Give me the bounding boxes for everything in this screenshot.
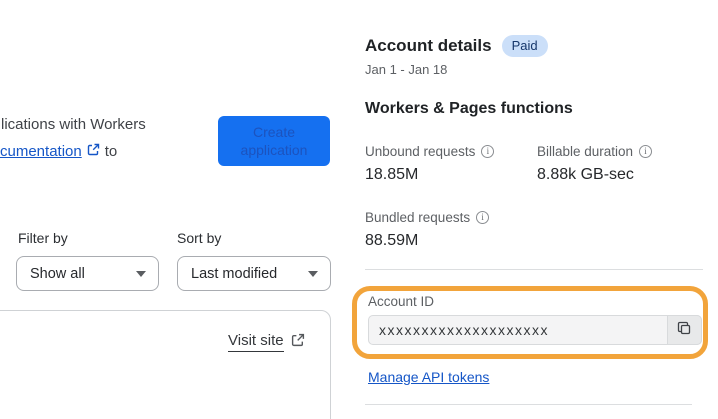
- stat-value-unbound-requests: 18.85M: [365, 166, 419, 183]
- intro-text-line1: lications with Workers: [1, 116, 146, 133]
- functions-section-title: Workers & Pages functions: [365, 100, 573, 117]
- copy-account-id-button[interactable]: [667, 315, 702, 345]
- chevron-down-icon: [136, 270, 146, 277]
- account-id-label: Account ID: [368, 294, 435, 309]
- stat-label-unbound-requests: Unbound requests i: [365, 144, 495, 159]
- date-range: Jan 1 - Jan 18: [365, 62, 448, 77]
- sort-dropdown-value: Last modified: [191, 265, 278, 282]
- visit-site-link[interactable]: Visit site: [228, 332, 305, 352]
- sort-dropdown[interactable]: Last modified: [177, 256, 331, 291]
- stat-label-text: Unbound requests: [365, 144, 476, 159]
- create-application-button[interactable]: Create application: [218, 116, 330, 166]
- stat-label-text: Billable duration: [537, 144, 634, 159]
- divider: [365, 269, 703, 270]
- info-icon[interactable]: i: [481, 145, 495, 158]
- stat-label-bundled-requests: Bundled requests i: [365, 210, 490, 225]
- account-id-field-group: [368, 315, 702, 345]
- filter-by-label: Filter by: [18, 230, 68, 246]
- visit-site-label: Visit site: [228, 332, 284, 352]
- stat-label-text: Bundled requests: [365, 210, 471, 225]
- account-id-input[interactable]: [368, 315, 702, 345]
- external-link-icon: [87, 143, 100, 160]
- stat-value-bundled-requests: 88.59M: [365, 232, 419, 249]
- workers-pages-dashboard: lications with Workers cumentation to Cr…: [0, 0, 718, 419]
- intro-text-line2: cumentation to: [0, 143, 117, 160]
- stat-label-billable-duration: Billable duration i: [537, 144, 653, 159]
- intro-text-suffix: to: [104, 143, 118, 160]
- filter-dropdown[interactable]: Show all: [16, 256, 159, 291]
- filter-dropdown-value: Show all: [30, 265, 85, 282]
- info-icon[interactable]: i: [476, 211, 490, 224]
- stat-value-billable-duration: 8.88k GB-sec: [537, 166, 634, 183]
- sort-by-label: Sort by: [177, 230, 222, 246]
- manage-api-tokens-link[interactable]: Manage API tokens: [368, 369, 489, 385]
- info-icon[interactable]: i: [639, 145, 653, 158]
- documentation-link[interactable]: cumentation: [0, 143, 82, 160]
- external-link-icon: [291, 333, 305, 352]
- copy-icon: [677, 321, 692, 339]
- project-card: [0, 310, 331, 419]
- paid-badge: Paid: [501, 35, 548, 57]
- divider: [365, 404, 692, 405]
- account-details-title: Account details: [365, 36, 492, 55]
- chevron-down-icon: [308, 270, 318, 277]
- account-details-heading: Account details Paid: [365, 35, 548, 57]
